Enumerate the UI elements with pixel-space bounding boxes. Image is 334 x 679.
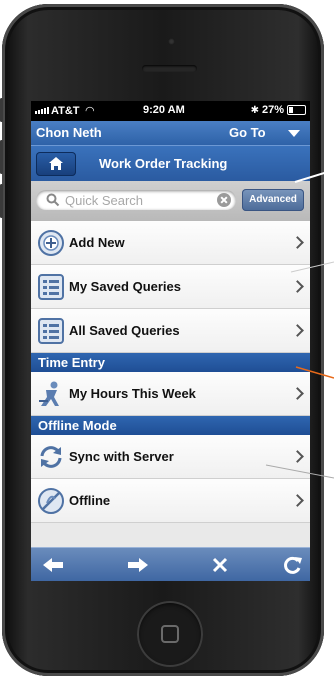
callout-lines — [265, 169, 334, 479]
